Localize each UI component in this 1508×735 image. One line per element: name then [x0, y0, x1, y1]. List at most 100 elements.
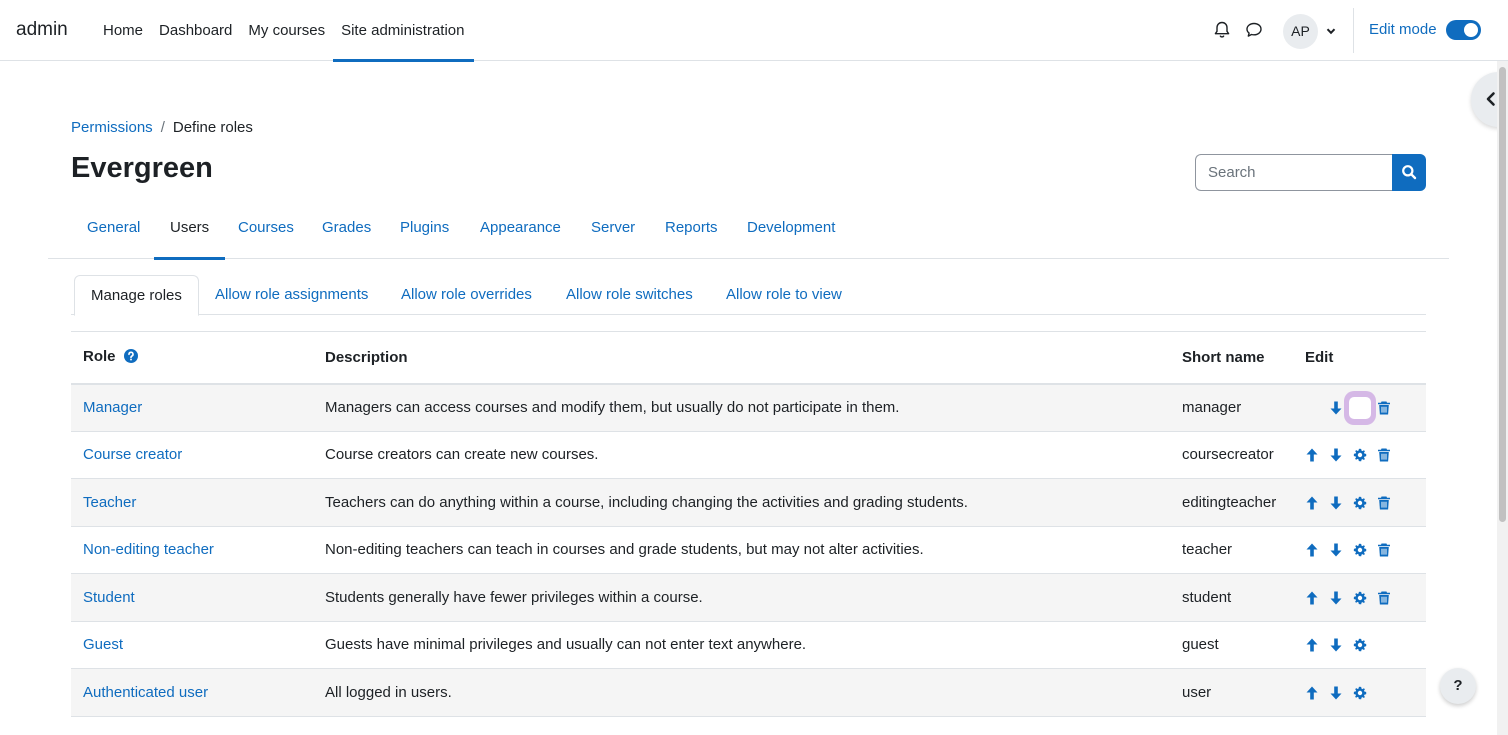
tab-development[interactable]: Development	[747, 200, 835, 259]
move-down-icon[interactable]	[1329, 685, 1343, 701]
move-up-icon[interactable]	[1305, 495, 1319, 511]
move-up-icon[interactable]	[1305, 447, 1319, 463]
table-row: Teacher Teachers can do anything within a…	[71, 478, 1426, 527]
role-cell: Teacher	[71, 478, 313, 527]
breadcrumb-permissions[interactable]: Permissions	[71, 119, 153, 136]
site-brand[interactable]: admin	[16, 19, 68, 41]
role-short-name: editingteacher	[1170, 478, 1293, 527]
secondary-navigation: General Users Courses Grades Plugins App…	[48, 200, 1449, 260]
table-row: Student Students generally have fewer pri…	[71, 573, 1426, 622]
tab-users[interactable]: Users	[153, 200, 226, 260]
table-row: Course creator Course creators can create…	[71, 431, 1426, 479]
nav-site-administration[interactable]: Site administration	[333, 0, 475, 62]
subtab-allow-role-assignments[interactable]: Allow role assignments	[215, 275, 368, 315]
role-short-name: user	[1170, 668, 1293, 717]
move-up-icon[interactable]	[1305, 637, 1319, 653]
tab-courses[interactable]: Courses	[238, 200, 294, 259]
help-icon[interactable]	[123, 348, 138, 367]
delete-role-trash-icon[interactable]	[1377, 400, 1391, 416]
tab-server[interactable]: Server	[591, 200, 635, 259]
edit-role-gear-icon[interactable]	[1353, 637, 1367, 653]
tab-grades[interactable]: Grades	[322, 200, 371, 259]
breadcrumb: Permissions / Define roles	[71, 119, 253, 136]
edit-role-gear-icon[interactable]	[1353, 542, 1367, 558]
nav-home[interactable]: Home	[95, 0, 151, 61]
role-description: Managers can access courses and modify t…	[313, 383, 1170, 432]
help-button[interactable]: ?	[1440, 668, 1476, 704]
move-up-icon[interactable]	[1305, 590, 1319, 606]
edit-role-gear-icon[interactable]	[1353, 447, 1367, 463]
role-edit-actions	[1293, 668, 1426, 717]
role-description: Teachers can do anything within a course…	[313, 478, 1170, 527]
admin-search-form	[1195, 154, 1426, 191]
move-down-icon[interactable]	[1329, 542, 1343, 558]
tab-plugins[interactable]: Plugins	[400, 200, 449, 259]
role-name-link[interactable]: Teacher	[83, 494, 136, 511]
move-down-icon[interactable]	[1329, 400, 1343, 416]
role-name-link[interactable]: Non-editing teacher	[83, 541, 214, 558]
table-row: Manager Managers can access courses and m…	[71, 383, 1426, 432]
role-description: Guests have minimal privileges and usual…	[313, 621, 1170, 669]
role-name-link[interactable]: Student	[83, 589, 135, 606]
top-navbar: admin Home Dashboard My courses Site adm…	[0, 0, 1508, 62]
edit-role-gear-icon[interactable]	[1344, 391, 1376, 426]
role-name-link[interactable]: Guest	[83, 636, 123, 653]
header-edit: Edit	[1293, 331, 1426, 385]
role-description: Course creators can create new courses.	[313, 431, 1170, 479]
role-cell: Non-editing teacher	[71, 526, 313, 574]
role-short-name: guest	[1170, 621, 1293, 669]
search-input[interactable]	[1195, 154, 1395, 191]
subtab-allow-role-overrides[interactable]: Allow role overrides	[401, 275, 532, 315]
messages-chat-icon[interactable]	[1244, 20, 1264, 40]
move-down-icon[interactable]	[1329, 637, 1343, 653]
role-short-name: student	[1170, 573, 1293, 622]
chevron-down-icon[interactable]	[1325, 24, 1337, 36]
edit-mode-label[interactable]: Edit mode	[1369, 21, 1437, 38]
delete-role-trash-icon[interactable]	[1377, 542, 1391, 558]
role-cell: Student	[71, 573, 313, 622]
edit-role-gear-icon[interactable]	[1353, 685, 1367, 701]
edit-role-gear-icon[interactable]	[1353, 590, 1367, 606]
role-name-link[interactable]: Authenticated user	[83, 684, 208, 701]
edit-role-gear-icon[interactable]	[1353, 495, 1367, 511]
primary-navigation: Home Dashboard My courses Site administr…	[95, 0, 475, 62]
role-name-link[interactable]: Manager	[83, 399, 142, 416]
tab-reports[interactable]: Reports	[665, 200, 718, 259]
subtab-manage-roles[interactable]: Manage roles	[74, 275, 199, 316]
table-row: Guest Guests have minimal privileges and …	[71, 621, 1426, 669]
subtab-allow-role-to-view[interactable]: Allow role to view	[726, 275, 842, 315]
role-edit-actions	[1293, 431, 1426, 479]
tab-general[interactable]: General	[87, 200, 140, 259]
move-up-icon[interactable]	[1305, 685, 1319, 701]
search-button[interactable]	[1392, 154, 1426, 191]
move-down-icon[interactable]	[1329, 447, 1343, 463]
header-role: Role	[71, 331, 313, 385]
move-down-icon[interactable]	[1329, 590, 1343, 606]
page-scrollbar[interactable]	[1497, 61, 1508, 735]
tab-appearance[interactable]: Appearance	[480, 200, 561, 259]
scrollbar-thumb[interactable]	[1499, 67, 1506, 522]
notifications-bell-icon[interactable]	[1212, 20, 1232, 40]
edit-mode-toggle[interactable]	[1446, 20, 1481, 40]
roles-sub-tabs: Manage roles Allow role assignments Allo…	[71, 275, 1426, 316]
role-cell: Manager	[71, 383, 313, 432]
role-edit-actions	[1293, 526, 1426, 574]
search-icon	[1402, 165, 1417, 180]
move-up-icon[interactable]	[1305, 542, 1319, 558]
role-name-link[interactable]: Course creator	[83, 446, 182, 463]
nav-dashboard[interactable]: Dashboard	[151, 0, 240, 61]
nav-my-courses[interactable]: My courses	[240, 0, 333, 61]
user-avatar[interactable]: AP	[1283, 14, 1318, 49]
role-description: Non-editing teachers can teach in course…	[313, 526, 1170, 574]
table-header-row: Role Description Short name Edit	[71, 331, 1426, 385]
role-short-name: manager	[1170, 383, 1293, 432]
delete-role-trash-icon[interactable]	[1377, 447, 1391, 463]
delete-role-trash-icon[interactable]	[1377, 590, 1391, 606]
subtab-allow-role-switches[interactable]: Allow role switches	[566, 275, 693, 315]
navbar-divider	[1353, 8, 1354, 53]
roles-table: Role Description Short name Edit Manager…	[71, 331, 1426, 717]
move-down-icon[interactable]	[1329, 495, 1343, 511]
delete-role-trash-icon[interactable]	[1377, 495, 1391, 511]
header-short-name: Short name	[1170, 331, 1293, 385]
role-short-name: coursecreator	[1170, 431, 1293, 479]
